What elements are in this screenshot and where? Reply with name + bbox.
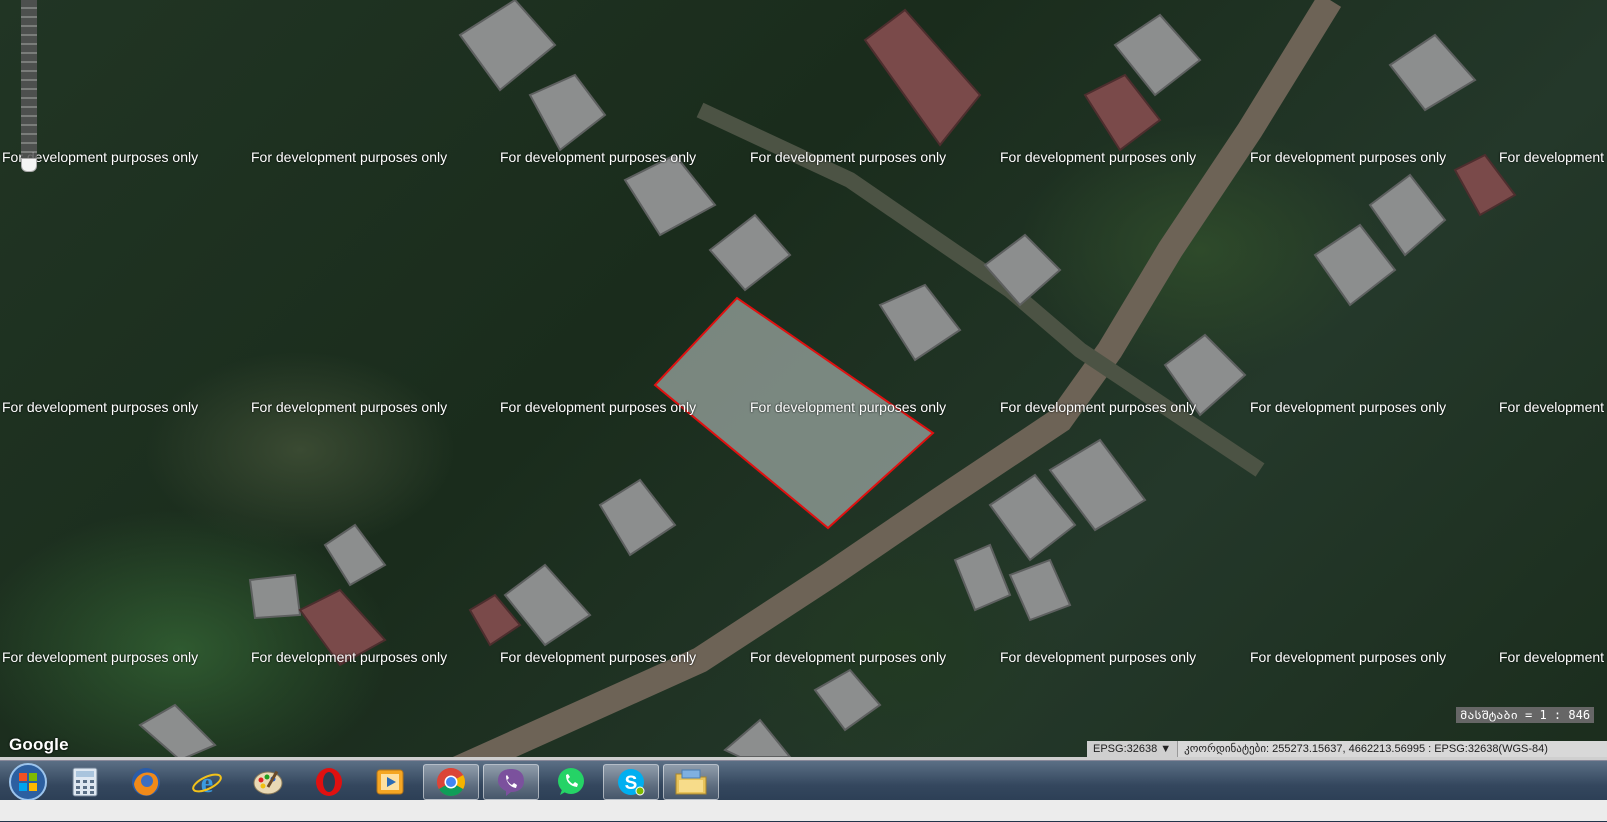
- watermark-text: For development purposes only: [1000, 399, 1197, 415]
- watermark-text: For development purposes only: [500, 649, 697, 665]
- taskbar-media-player[interactable]: [362, 764, 418, 800]
- taskbar-whatsapp[interactable]: [543, 764, 599, 800]
- chrome-icon: [437, 768, 465, 796]
- file-explorer-icon: [675, 769, 707, 795]
- taskbar-internet-explorer[interactable]: e: [179, 764, 235, 800]
- opera-icon: [316, 768, 342, 796]
- scale-label: მასშტაბი = 1 : 846: [1456, 707, 1595, 723]
- watermark-text: For development purposes only: [1499, 649, 1607, 665]
- taskbar-viber[interactable]: [483, 764, 539, 800]
- watermark-text: For development purposes only: [2, 399, 199, 415]
- taskbar-file-explorer[interactable]: [663, 764, 719, 800]
- windows-start-icon: [9, 763, 47, 801]
- watermark-text: For development purposes only: [1250, 149, 1447, 165]
- watermark-text: For development purposes only: [750, 149, 947, 165]
- firefox-icon: [132, 768, 160, 796]
- watermark-text: For development purposes only: [500, 149, 697, 165]
- projection-select[interactable]: EPSG:32638 ▼: [1087, 741, 1179, 757]
- zoom-slider[interactable]: [21, 0, 37, 172]
- watermark-text: For development purposes only: [1499, 399, 1607, 415]
- taskbar-opera[interactable]: [301, 764, 357, 800]
- taskbar-calculator[interactable]: [57, 764, 113, 800]
- svg-text:S: S: [625, 773, 638, 794]
- watermark-text: For development purposes only: [2, 649, 199, 665]
- svg-text:e: e: [201, 768, 213, 798]
- calculator-icon: [72, 767, 98, 797]
- satellite-map[interactable]: For development purposes only For develo…: [0, 0, 1607, 777]
- internet-explorer-icon: e: [192, 768, 222, 798]
- watermark-text: For development purposes only: [750, 399, 947, 415]
- watermark-text: For development purposes only: [1000, 649, 1197, 665]
- coordinates-readout: კოორდინატები: 255273.15637, 4662213.5699…: [1184, 743, 1548, 755]
- google-logo: Google: [9, 735, 69, 754]
- watermark-text: For development purposes only: [1000, 149, 1197, 165]
- watermark-text: For development purposes only: [1250, 649, 1447, 665]
- zoom-slider-thumb[interactable]: [21, 158, 37, 172]
- whatsapp-icon: [558, 768, 584, 795]
- paint-icon: [253, 770, 283, 795]
- watermark-text: For development purposes only: [251, 649, 448, 665]
- window-bottom-strip: [0, 800, 1607, 821]
- viber-icon: [498, 769, 524, 796]
- watermark-text: For development purposes only: [1250, 399, 1447, 415]
- taskbar-firefox[interactable]: [118, 764, 174, 800]
- watermark-text: For development purposes only: [1499, 149, 1607, 165]
- taskbar-chrome[interactable]: [423, 764, 479, 800]
- skype-icon: S: [618, 769, 645, 796]
- media-player-icon: [376, 769, 404, 795]
- watermark-text: For development purposes only: [251, 149, 448, 165]
- zoom-slider-track[interactable]: [21, 0, 37, 160]
- coordinate-status-bar: EPSG:32638 ▼ კოორდინატები: 255273.15637, …: [1087, 741, 1607, 757]
- watermark-text: For development purposes only: [251, 399, 448, 415]
- watermark-text: For development purposes only: [500, 399, 697, 415]
- watermark-text: For development purposes only: [750, 649, 947, 665]
- taskbar-skype[interactable]: S: [603, 764, 659, 800]
- start-button[interactable]: [0, 763, 56, 801]
- taskbar-paint[interactable]: [240, 764, 296, 800]
